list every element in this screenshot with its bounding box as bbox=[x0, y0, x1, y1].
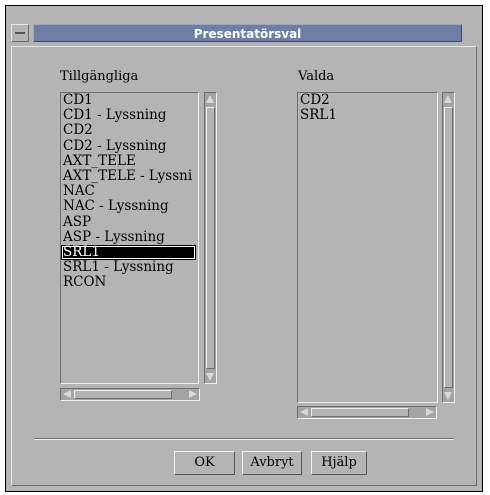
dialog-body: Tillgängliga CD1 CD1 - Lyssning CD2 CD2 - L… bbox=[11, 46, 477, 486]
list-item[interactable]: AXT_TELE - Lyssni bbox=[61, 169, 198, 184]
scroll-up-arrow-icon[interactable] bbox=[206, 95, 214, 103]
list-item[interactable]: CD1 bbox=[61, 93, 198, 108]
list-item[interactable]: ASP bbox=[61, 215, 198, 230]
selected-vertical-scrollbar[interactable] bbox=[442, 92, 455, 403]
list-item[interactable]: CD2 bbox=[298, 93, 437, 108]
list-item[interactable]: AXT_TELE bbox=[61, 154, 198, 169]
list-item[interactable]: CD2 bbox=[61, 123, 198, 138]
scroll-down-arrow-icon[interactable] bbox=[444, 392, 452, 400]
scroll-down-arrow-icon[interactable] bbox=[206, 373, 214, 381]
button-separator bbox=[34, 438, 454, 440]
available-horizontal-thumb[interactable] bbox=[74, 390, 172, 399]
help-button[interactable]: Hjälp bbox=[311, 451, 367, 475]
list-item[interactable]: SRL1 - Lyssning bbox=[61, 260, 198, 275]
available-label: Tillgängliga bbox=[60, 69, 139, 84]
window-menu-button[interactable] bbox=[11, 24, 29, 42]
list-item[interactable]: CD2 - Lyssning bbox=[61, 139, 198, 154]
available-vertical-scrollbar[interactable] bbox=[204, 92, 217, 384]
selected-horizontal-scrollbar[interactable] bbox=[297, 406, 437, 419]
selected-label: Valda bbox=[298, 69, 335, 84]
list-item[interactable]: NAC bbox=[61, 184, 198, 199]
scroll-up-arrow-icon[interactable] bbox=[444, 95, 452, 103]
scroll-right-arrow-icon[interactable] bbox=[426, 408, 434, 416]
selected-vertical-thumb[interactable] bbox=[444, 107, 453, 388]
list-item[interactable]: NAC - Lyssning bbox=[61, 199, 198, 214]
scroll-left-arrow-icon[interactable] bbox=[300, 408, 308, 416]
dialog-window: Presentatörsval Tillgängliga CD1 CD1 - Ly… bbox=[5, 5, 483, 492]
scroll-right-arrow-icon[interactable] bbox=[189, 390, 197, 398]
title-bar[interactable]: Presentatörsval bbox=[6, 6, 482, 44]
ok-button[interactable]: OK bbox=[174, 451, 235, 475]
selected-horizontal-thumb[interactable] bbox=[311, 408, 409, 417]
cancel-button[interactable]: Avbryt bbox=[242, 451, 302, 475]
list-item[interactable]: SRL1 bbox=[298, 108, 437, 123]
window-title: Presentatörsval bbox=[33, 24, 462, 42]
available-horizontal-scrollbar[interactable] bbox=[60, 388, 200, 401]
available-vertical-thumb[interactable] bbox=[206, 107, 215, 369]
selected-list[interactable]: CD2 SRL1 bbox=[297, 92, 438, 403]
scroll-left-arrow-icon[interactable] bbox=[63, 390, 71, 398]
available-list[interactable]: CD1 CD1 - Lyssning CD2 CD2 - Lyssning AXT_TE… bbox=[60, 92, 199, 384]
list-item[interactable]: RCON bbox=[61, 275, 198, 290]
list-item[interactable]: SRL1 bbox=[61, 244, 196, 261]
list-item[interactable]: ASP - Lyssning bbox=[61, 230, 198, 245]
list-item[interactable]: CD1 - Lyssning bbox=[61, 108, 198, 123]
